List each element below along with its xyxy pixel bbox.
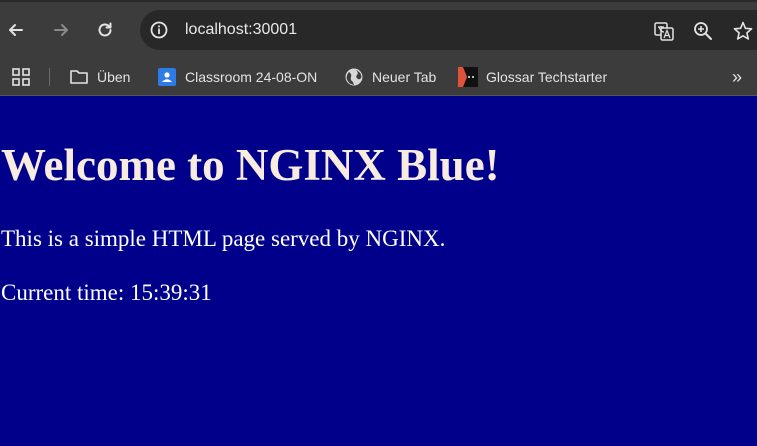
bookmarks-separator [49,68,50,86]
forward-icon [54,24,68,36]
site-info-button[interactable] [149,20,169,40]
folder-icon [69,67,89,87]
bookmark-label: Classroom 24-08-ON [185,69,318,85]
address-url[interactable]: localhost:30001 [185,20,297,40]
star-icon [733,21,753,40]
info-icon [150,21,168,39]
bookmark-label: Üben [97,69,131,85]
browser-toolbar: localhost:30001 [0,0,757,60]
translate-icon [654,22,674,41]
back-icon [9,24,23,36]
apps-button[interactable] [11,67,31,87]
page-description: This is a simple HTML page served by NGI… [1,226,446,251]
forward-button[interactable] [47,16,75,44]
bookmark-classroom[interactable]: Classroom 24-08-ON [157,65,317,89]
apps-grid-icon [12,68,30,86]
browser-window: localhost:30001 Üben Classroom 24-08-ON … [0,0,757,446]
bookmark-label: Neuer Tab [372,69,437,85]
reload-button[interactable] [91,16,119,44]
address-bar[interactable]: localhost:30001 [140,10,757,50]
bookmark-folder-ueben[interactable]: Üben [69,65,130,89]
page-title: Welcome to NGINX Blue! [1,140,500,190]
glossar-icon [458,67,478,87]
bookmark-neuer-tab[interactable]: Neuer Tab [344,65,436,89]
reload-icon [98,22,112,37]
zoom-button[interactable] [692,20,714,42]
current-time-text: Current time: 15:39:31 [1,280,212,305]
bookmark-glossar[interactable]: Glossar Techstarter [458,65,607,89]
translate-button[interactable] [653,20,675,42]
bookmark-star-button[interactable] [732,20,754,42]
bookmark-label: Glossar Techstarter [486,69,608,85]
bookmarks-overflow-button[interactable]: » [732,66,742,88]
globe-icon [344,67,364,87]
back-button[interactable] [2,16,30,44]
page-content: Welcome to NGINX Blue! This is a simple … [0,101,757,446]
zoom-icon [694,22,712,40]
classroom-icon [157,67,177,87]
bookmarks-bar: Üben Classroom 24-08-ON Neuer Tab Glossa… [0,60,757,96]
chevron-double-right-icon: » [732,67,743,87]
